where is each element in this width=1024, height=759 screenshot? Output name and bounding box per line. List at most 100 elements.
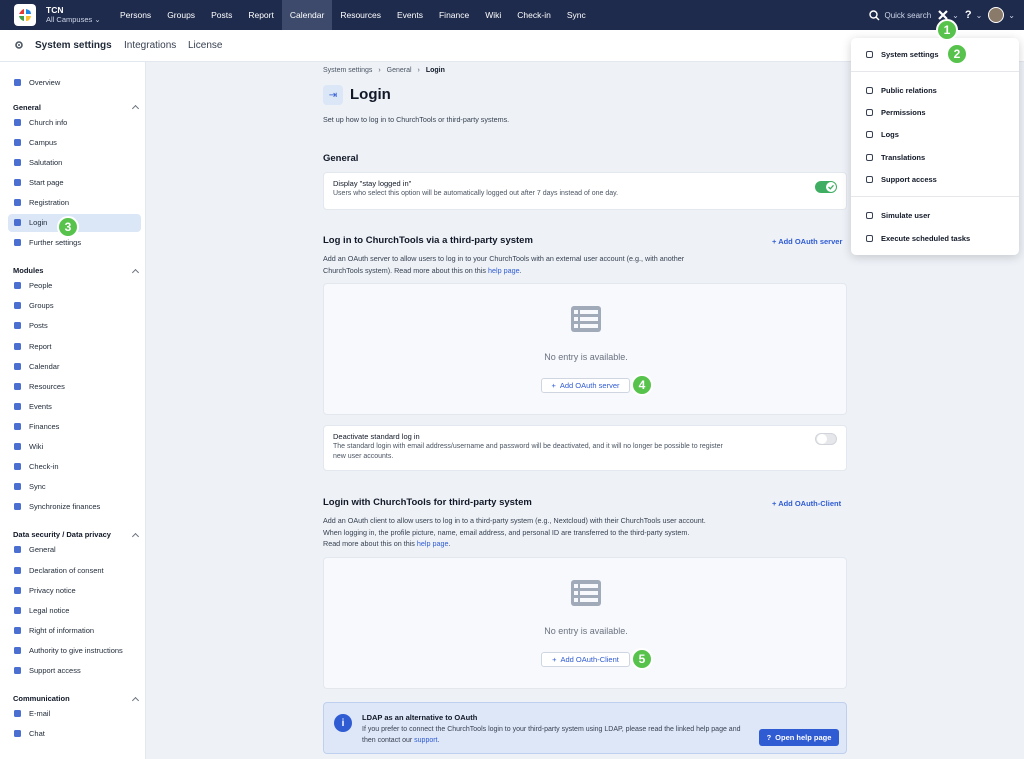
sidebar-item-finances[interactable]: Finances [8, 417, 141, 435]
menu-item-execute-scheduled-tasks[interactable]: Execute scheduled tasks [866, 232, 970, 244]
campus-icon [14, 138, 21, 146]
sidebar-item-campus[interactable]: Campus [8, 133, 141, 151]
ldap-info-box: i LDAP as an alternative to OAuth If you… [323, 702, 847, 754]
sidebar-item-people[interactable]: People [8, 277, 141, 295]
oauth-client-description: Add an OAuth client to allow users to lo… [323, 516, 706, 548]
nav-item-posts[interactable]: Posts [203, 0, 240, 30]
sidebar-item-chat[interactable]: Chat [8, 725, 141, 743]
nav-item-calendar[interactable]: Calendar [281, 0, 333, 30]
chevron-right-icon: › [417, 67, 420, 74]
org-name: TCN [46, 5, 64, 15]
sidebar-item-posts[interactable]: Posts [8, 317, 141, 335]
sidebar-item-support-access[interactable]: Support access [8, 662, 141, 680]
support-link[interactable]: support [414, 737, 437, 744]
nav-item-report[interactable]: Report [240, 0, 282, 30]
sidebar-item-right-of-information[interactable]: Right of information [8, 621, 141, 639]
main-nav: Persons Groups Posts Report Calendar Resource… [112, 0, 594, 30]
nav-item-resources[interactable]: Resources [332, 0, 389, 30]
stay-logged-in-toggle[interactable] [815, 181, 837, 193]
sidebar-item-general[interactable]: General [8, 541, 141, 559]
sidebar-item-declaration-of-consent[interactable]: Declaration of consent [8, 561, 141, 579]
menu-item-translations[interactable]: Translations [866, 151, 925, 163]
sidebar-item-e-mail[interactable]: E-mail [8, 705, 141, 723]
menu-item-permissions[interactable]: Permissions [866, 106, 926, 118]
church-info-icon [14, 118, 21, 126]
churchtools-logo[interactable] [14, 4, 36, 26]
sidebar-item-salutation[interactable]: Salutation [8, 153, 141, 171]
general-heading: General [323, 153, 359, 164]
sidebar-item-resources[interactable]: Resources [8, 377, 141, 395]
avatar[interactable] [988, 7, 1005, 23]
oauth-client-help-link[interactable]: help page [417, 539, 449, 548]
chevron-up-icon[interactable] [131, 268, 140, 276]
sidebar-item-privacy-notice[interactable]: Privacy notice [8, 581, 141, 599]
menu-item-system-settings[interactable]: System settings [866, 48, 939, 60]
sidebar-item-events[interactable]: Events [8, 397, 141, 415]
privacy-notice-icon [14, 586, 21, 594]
calendar-icon [14, 362, 21, 370]
sidebar-section-general[interactable]: General [13, 100, 140, 114]
tab-license[interactable]: License [188, 40, 222, 51]
sidebar-item-start-page[interactable]: Start page [8, 173, 141, 191]
sidebar-item-overview[interactable]: Overview [8, 73, 141, 91]
tab-system-settings[interactable]: System settings [35, 40, 112, 51]
sidebar-item-legal-notice[interactable]: Legal notice [8, 601, 141, 619]
sidebar-item-calendar[interactable]: Calendar [8, 357, 141, 375]
open-help-page-button[interactable]: ? Open help page [759, 729, 839, 746]
check-icon [828, 184, 834, 190]
menu-item-support-access[interactable]: Support access [866, 173, 937, 185]
sidebar-item-church-info[interactable]: Church info [8, 113, 141, 131]
breadcrumb-system-settings[interactable]: System settings [323, 67, 372, 74]
ldap-description: If you prefer to connect the ChurchTools… [362, 726, 741, 744]
add-oauth-server-button[interactable]: + Add OAuth server [541, 378, 630, 393]
org-switcher[interactable]: TCN All Campuses ⌄ [46, 5, 101, 25]
chevron-up-icon[interactable] [131, 104, 140, 113]
tab-integrations[interactable]: Integrations [124, 40, 176, 51]
menu-item-public-relations[interactable]: Public relations [866, 84, 937, 96]
e-mail-icon [14, 710, 21, 718]
nav-item-persons[interactable]: Persons [112, 0, 159, 30]
sidebar-item-further-settings[interactable]: Further settings [8, 234, 141, 252]
breadcrumb-general[interactable]: General [387, 67, 412, 74]
add-oauth-client-button[interactable]: + Add OAuth-Client [541, 652, 630, 667]
deactivate-login-toggle[interactable] [815, 433, 837, 445]
plus-icon: + [552, 655, 557, 664]
list-icon [571, 580, 601, 606]
chevron-up-icon[interactable] [131, 696, 140, 704]
menu-item-logs[interactable]: Logs [866, 128, 899, 140]
nav-item-events[interactable]: Events [389, 0, 431, 30]
sidebar-section-modules[interactable]: Modules [13, 264, 140, 278]
check-in-icon [14, 463, 21, 471]
menu-item-simulate-user[interactable]: Simulate user [866, 209, 930, 221]
sidebar-item-check-in[interactable]: Check-in [8, 458, 141, 476]
sidebar-item-wiki[interactable]: Wiki [8, 438, 141, 456]
chevron-down-icon[interactable]: ⌄ [1008, 11, 1015, 20]
nav-item-check-in[interactable]: Check-in [509, 0, 559, 30]
add-oauth-client-link[interactable]: + Add OAuth-Client [772, 499, 841, 508]
deactivate-login-card: Deactivate standard log in The standard … [323, 425, 847, 471]
nav-item-wiki[interactable]: Wiki [477, 0, 509, 30]
sidebar-item-groups[interactable]: Groups [8, 297, 141, 315]
sidebar-item-authority-to-give-instructions[interactable]: Authority to give instructions [8, 641, 141, 659]
chevron-down-icon[interactable]: ⌄ [976, 11, 983, 20]
sidebar-section-communication[interactable]: Communication [13, 692, 140, 706]
synchronize-finances-icon [14, 503, 21, 511]
nav-item-groups[interactable]: Groups [159, 0, 203, 30]
search-icon[interactable] [869, 9, 880, 21]
help-icon[interactable]: ? [965, 9, 972, 21]
nav-item-sync[interactable]: Sync [559, 0, 594, 30]
sidebar-item-report[interactable]: Report [8, 337, 141, 355]
sidebar-item-sync[interactable]: Sync [8, 478, 141, 496]
sidebar-item-synchronize-finances[interactable]: Synchronize finances [8, 498, 141, 516]
quick-search[interactable]: Quick search [884, 11, 931, 20]
system-settings-icon [866, 50, 873, 58]
oauth-description: Add an OAuth server to allow users to lo… [323, 254, 685, 275]
permissions-icon [866, 108, 873, 116]
sidebar-section-data-security-data-privacy[interactable]: Data security / Data privacy [13, 528, 140, 542]
chevron-down-icon[interactable]: ⌄ [952, 11, 959, 20]
chevron-up-icon[interactable] [131, 532, 140, 540]
sidebar-item-registration[interactable]: Registration [8, 193, 141, 211]
add-oauth-server-link[interactable]: + Add OAuth server [772, 237, 842, 246]
nav-item-finance[interactable]: Finance [431, 0, 477, 30]
oauth-help-link[interactable]: help page [488, 266, 520, 275]
